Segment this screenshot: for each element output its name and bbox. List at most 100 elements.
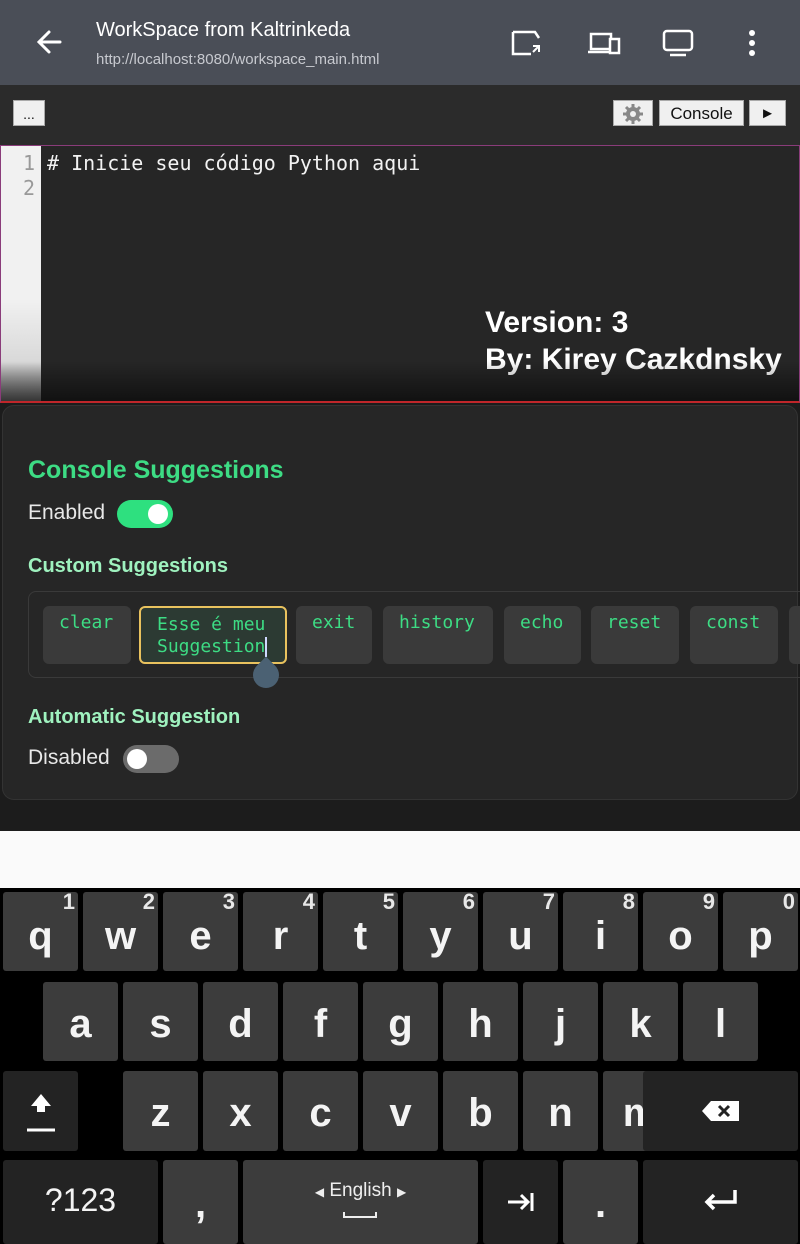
key-z[interactable]: z [123, 1071, 198, 1151]
key-a[interactable]: a [43, 982, 118, 1061]
space-key[interactable]: ◀ English ▶ [243, 1160, 478, 1244]
key-label: k [629, 1002, 652, 1046]
space-key-language: ◀ English ▶ [243, 1180, 478, 1202]
settings-button[interactable] [613, 100, 653, 126]
tab-key[interactable] [483, 1160, 558, 1244]
menu-button[interactable]: ... [13, 100, 45, 126]
backspace-key[interactable] [643, 1071, 798, 1151]
chip-clear[interactable]: clear [43, 606, 131, 664]
key-label: g [388, 1002, 413, 1046]
key-g[interactable]: g [363, 982, 438, 1061]
key-s[interactable]: s [123, 982, 198, 1061]
line-gutter: 1 2 [1, 146, 41, 401]
key-label: i [594, 914, 607, 958]
cast-icon[interactable] [509, 26, 545, 60]
run-button[interactable]: ► [749, 100, 786, 126]
page-title: WorkSpace from Kaltrinkeda [96, 19, 351, 41]
key-label: h [468, 1002, 493, 1046]
gear-icon [623, 104, 643, 124]
key-x[interactable]: x [203, 1071, 278, 1151]
key-number-hint: 4 [302, 889, 315, 914]
period-key-label: . [594, 1182, 607, 1226]
key-q[interactable]: 1q [3, 889, 78, 971]
tab-icon [507, 1193, 533, 1211]
key-d[interactable]: d [203, 982, 278, 1061]
automatic-suggestion-toggle[interactable] [123, 745, 179, 773]
key-label: z [150, 1091, 171, 1135]
symbols-key-label: ?123 [44, 1182, 117, 1218]
shift-icon [26, 1094, 55, 1132]
shift-key[interactable] [3, 1071, 78, 1151]
backspace-icon [701, 1101, 739, 1121]
key-w[interactable]: 2w [83, 889, 158, 971]
key-number-hint: 9 [702, 889, 715, 914]
key-t[interactable]: 5t [323, 889, 398, 971]
symbols-key[interactable]: ?123 [3, 1160, 158, 1244]
chip-const[interactable]: const [690, 606, 778, 664]
comma-key-label: , [194, 1182, 207, 1226]
key-k[interactable]: k [603, 982, 678, 1061]
key-j[interactable]: j [523, 982, 598, 1061]
key-h[interactable]: h [443, 982, 518, 1061]
key-c[interactable]: c [283, 1071, 358, 1151]
devices-icon[interactable] [586, 26, 622, 60]
chip-exit[interactable]: exit [296, 606, 372, 664]
chip-echo[interactable]: echo [504, 606, 581, 664]
key-p[interactable]: 0p [723, 889, 798, 971]
key-label: a [69, 1002, 92, 1046]
key-e[interactable]: 3e [163, 889, 238, 971]
language-prev-icon: ◀ [314, 1185, 325, 1199]
enter-key[interactable] [643, 1160, 798, 1244]
key-y[interactable]: 6y [403, 889, 478, 971]
key-r[interactable]: 4r [243, 889, 318, 971]
back-arrow-icon[interactable] [30, 22, 70, 62]
monitor-icon[interactable] [660, 26, 696, 60]
app-bar: WorkSpace from Kaltrinkeda http://localh… [0, 0, 800, 85]
comma-key[interactable]: , [163, 1160, 238, 1244]
text-cursor [265, 637, 268, 657]
enabled-toggle[interactable] [117, 500, 173, 528]
key-i[interactable]: 8i [563, 889, 638, 971]
key-label: w [104, 914, 137, 958]
enter-icon [704, 1190, 737, 1211]
key-label: n [548, 1091, 573, 1135]
code-editor[interactable]: 1 2 # Inicie seu código Python aqui Vers… [0, 145, 800, 403]
chip-reset[interactable]: reset [591, 606, 679, 664]
console-button[interactable]: Console [659, 100, 744, 126]
suggestion-chips: clear Esse é meu Suggestion exit history… [28, 591, 800, 678]
key-v[interactable]: v [363, 1071, 438, 1151]
key-label: q [28, 914, 53, 958]
key-label: j [554, 1002, 567, 1046]
toggle-knob [127, 749, 147, 769]
key-number-hint: 3 [222, 889, 235, 914]
on-screen-keyboard: 1q2w3e4r5t6y7u8i9o0p asdfghjkl zxcvbnm ?… [0, 888, 800, 1244]
page-url: http://localhost:8080/workspace_main.htm… [96, 51, 380, 68]
chip-selected-edit[interactable]: Esse é meu Suggestion [139, 606, 287, 664]
key-o[interactable]: 9o [643, 889, 718, 971]
key-label: d [228, 1002, 253, 1046]
key-b[interactable]: b [443, 1071, 518, 1151]
period-key[interactable]: . [563, 1160, 638, 1244]
chip-history[interactable]: history [383, 606, 493, 664]
more-vert-icon[interactable] [734, 26, 770, 60]
key-label: e [189, 914, 212, 958]
chip-overflow[interactable] [789, 606, 800, 664]
disabled-label: Disabled [28, 746, 110, 769]
key-n[interactable]: n [523, 1071, 598, 1151]
language-next-icon: ▶ [396, 1185, 407, 1199]
chip-line-2-text: Suggestion [157, 636, 266, 657]
key-u[interactable]: 7u [483, 889, 558, 971]
key-label: x [229, 1091, 252, 1135]
key-f[interactable]: f [283, 982, 358, 1061]
editor-toolbar: ... Console ► [0, 85, 800, 145]
page-bottom-area [0, 831, 800, 888]
key-number-hint: 7 [542, 889, 555, 914]
key-label: p [748, 914, 773, 958]
key-number-hint: 2 [142, 889, 155, 914]
enabled-label: Enabled [28, 501, 106, 524]
key-l[interactable]: l [683, 982, 758, 1061]
toggle-knob [148, 504, 168, 524]
version-label: Version: 3 [485, 306, 629, 339]
space-key-label: English [329, 1180, 392, 1201]
code-line[interactable]: # Inicie seu código Python aqui [47, 151, 420, 175]
